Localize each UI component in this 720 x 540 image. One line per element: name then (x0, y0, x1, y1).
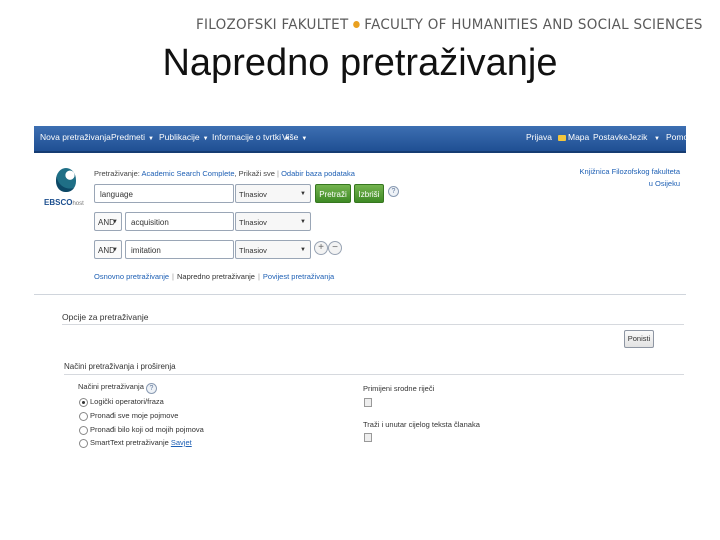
mode-label-smarttext-text: SmartText pretraživanje (90, 438, 169, 447)
show-all-link[interactable]: Prikaži sve (239, 169, 275, 178)
banner-left: FILOZOFSKI FAKULTET (196, 17, 349, 33)
field-select[interactable]: Tlnasiov ▼ (235, 240, 311, 259)
nav-new-search[interactable]: Nova pretraživanja (40, 132, 111, 142)
database-name[interactable]: Academic Search Complete (142, 169, 235, 178)
field-select-value: Tlnasiov (239, 190, 267, 199)
dropdown-arrow-icon: ▼ (300, 219, 306, 225)
mode-label-all-terms: Pronađi sve moje pojmove (90, 411, 179, 420)
chevron-down-icon: ▼ (148, 136, 154, 142)
add-row-icon[interactable]: + (314, 241, 328, 255)
mode-radio-smarttext[interactable] (79, 439, 88, 448)
ebsco-logo-icon (56, 168, 76, 192)
field-select[interactable]: Tlnasiov ▼ (235, 212, 311, 231)
nav-preferences[interactable]: Postavke (593, 132, 628, 142)
ebsco-logo-text: EBSCOhost (44, 198, 84, 207)
boolean-operator-select[interactable]: AND ▼ (94, 212, 122, 231)
nav-company-info-label: Informacije o tvrtki (212, 132, 281, 142)
divider (64, 374, 684, 375)
field-select-value: Tlnasiov (239, 246, 267, 255)
banner-right: FACULTY OF HUMANITIES AND SOCIAL SCIENCE… (364, 17, 703, 33)
nav-company-info[interactable]: Informacije o tvrtki ▼ (212, 132, 290, 142)
search-term-input[interactable]: imitation (125, 240, 234, 259)
search-options-title: Opcije za pretraživanje (62, 312, 149, 322)
smarttext-hint-link[interactable]: Savjet (171, 438, 192, 447)
search-modes-label-text: Načini pretraživanja (78, 382, 144, 391)
nav-publications[interactable]: Publikacije ▼ (159, 132, 209, 142)
nav-folder[interactable]: Mapa (558, 132, 589, 142)
searching-line: Pretraživanje: Academic Search Complete,… (94, 169, 355, 178)
bullet-dot-icon (353, 20, 360, 28)
nav-subjects[interactable]: Predmeti ▼ (111, 132, 154, 142)
partner-line2: u Osijeku (648, 179, 680, 188)
divider (62, 324, 684, 325)
ebsco-screenshot: Nova pretraživanja Predmeti ▼ Publikacije… (34, 126, 686, 460)
search-term-input[interactable]: acquisition (125, 212, 234, 231)
nav-subjects-label: Predmeti (111, 132, 146, 142)
search-fulltext-checkbox[interactable] (364, 433, 372, 442)
mode-radio-boolean[interactable] (79, 398, 88, 407)
nav-more-label: Više (282, 132, 299, 142)
logo-brand: EBSCO (44, 198, 73, 207)
choose-databases-link[interactable]: Odabir baza podataka (281, 169, 355, 178)
folder-icon (558, 135, 566, 141)
boolean-operator-select[interactable]: AND ▼ (94, 240, 122, 259)
nav-more[interactable]: Više ▼ (282, 132, 307, 142)
help-icon[interactable]: ? (145, 383, 157, 394)
basic-search-link[interactable]: Osnovno pretraživanje (94, 272, 169, 281)
slide-title: Napredno pretraživanje (162, 42, 558, 84)
nav-folder-label: Mapa (568, 132, 590, 142)
chevron-down-icon: ▼ (202, 136, 209, 142)
nav-help[interactable]: Pomoć (666, 132, 686, 142)
reset-button[interactable]: Ponisti (624, 330, 654, 348)
mode-label-smarttext: SmartText pretraživanje Savjet (90, 438, 192, 447)
top-navigation-bar: Nova pretraživanja Predmeti ▼ Publikacije… (34, 126, 686, 153)
search-modes-title: Načini pretraživanja i proširenja (64, 362, 176, 371)
partner-library: Knjižnica Filozofskog fakulteta u Osijek… (560, 166, 680, 190)
nav-publications-label: Publikacije (159, 132, 200, 142)
field-select[interactable]: Tlnasiov ▼ (235, 184, 311, 203)
logo-suffix: host (72, 201, 84, 207)
dropdown-arrow-icon: ▼ (300, 191, 306, 197)
faculty-banner: FILOZOFSKI FAKULTET FACULTY OF HUMANITIES… (196, 17, 703, 39)
chevron-down-icon: ▼ (301, 136, 308, 142)
search-button[interactable]: Pretraži (315, 184, 351, 203)
search-modes-label: Načini pretraživanja ? (78, 382, 157, 394)
searching-prefix: Pretraživanje: (94, 169, 140, 178)
nav-sign-in[interactable]: Prijava (526, 132, 552, 142)
help-icon[interactable]: ? (388, 186, 399, 197)
clear-button[interactable]: Izbriši (354, 184, 384, 203)
field-select-value: Tlnasiov (239, 218, 267, 227)
mode-radio-any-terms[interactable] (79, 426, 88, 435)
dropdown-arrow-icon: ▼ (300, 247, 306, 253)
search-links: Osnovno pretraživanje | Napredno pretraživ… (94, 272, 335, 281)
mode-label-boolean: Logički operatori/fraza (90, 397, 164, 406)
apply-related-words-label: Primijeni srodne riječi (363, 384, 435, 393)
dropdown-arrow-icon: ▼ (112, 219, 118, 225)
search-history-link[interactable]: Povijest pretraživanja (263, 272, 334, 281)
search-term-input[interactable]: language (94, 184, 234, 203)
nav-language[interactable]: Jezik (628, 132, 647, 142)
divider (34, 294, 686, 295)
apply-related-words-checkbox[interactable] (364, 398, 372, 407)
chevron-down-icon: ▼ (654, 136, 660, 142)
nav-language-caret[interactable]: ▼ (651, 132, 660, 142)
advanced-search-link[interactable]: Napredno pretraživanje (177, 272, 255, 281)
search-fulltext-label: Traži i unutar cijelog teksta članaka (363, 420, 480, 429)
remove-row-icon[interactable]: − (328, 241, 342, 255)
dropdown-arrow-icon: ▼ (112, 247, 118, 253)
partner-line1: Knjižnica Filozofskog fakulteta (579, 167, 680, 176)
mode-radio-all-terms[interactable] (79, 412, 88, 421)
mode-label-any-terms: Pronađi bilo koji od mojih pojmova (90, 425, 204, 434)
